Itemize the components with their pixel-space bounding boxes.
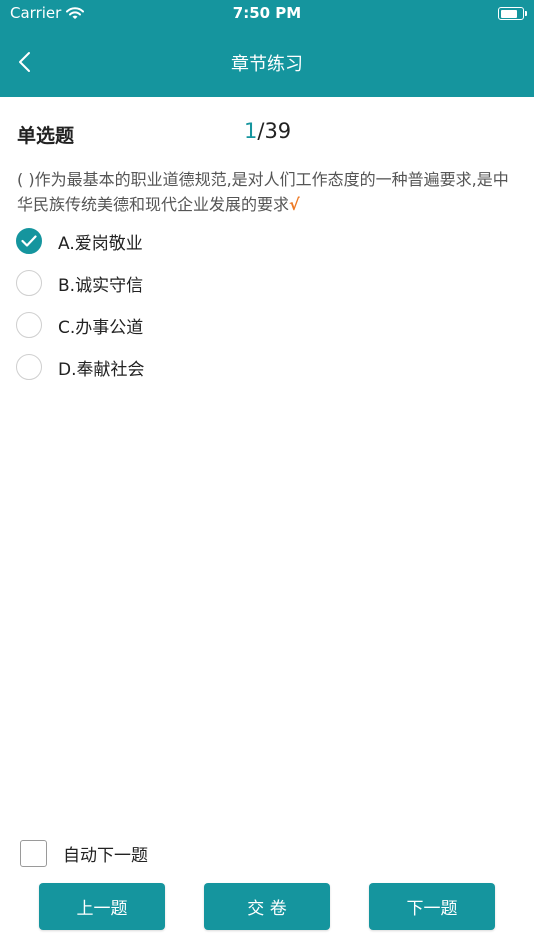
option-label: A.爱岗敬业 <box>58 233 143 254</box>
question-text: ( )作为最基本的职业道德规范,是对人们工作态度的一种普遍要求,是中华民族传统美… <box>17 167 522 217</box>
auto-next-label: 自动下一题 <box>63 846 148 866</box>
option-radio[interactable] <box>16 228 42 254</box>
option-radio[interactable] <box>16 270 42 296</box>
option-label: C.办事公道 <box>58 317 144 338</box>
battery-fill <box>500 9 517 18</box>
question-body: ( )作为最基本的职业道德规范,是对人们工作态度的一种普遍要求,是中华民族传统美… <box>17 170 509 214</box>
status-time: 7:50 PM <box>232 4 302 22</box>
answer-mark: √ <box>289 195 300 214</box>
battery-icon <box>498 7 527 20</box>
next-question-button[interactable]: 下一题 <box>369 883 495 930</box>
nav-bar: Carrier 7:50 PM 章节练习 <box>0 0 534 97</box>
question-type: 单选题 <box>17 125 75 147</box>
option-label: B.诚实守信 <box>58 275 144 296</box>
auto-next-checkbox[interactable] <box>20 840 47 867</box>
current-question: 1 <box>244 119 258 143</box>
total-questions: /39 <box>257 119 292 143</box>
check-icon <box>21 235 37 247</box>
option-d[interactable]: D.奉献社会 <box>16 351 316 383</box>
option-c[interactable]: C.办事公道 <box>16 309 316 341</box>
option-label: D.奉献社会 <box>58 359 145 380</box>
page-title: 章节练习 <box>231 54 303 75</box>
prev-question-button[interactable]: 上一题 <box>39 883 165 930</box>
status-bar: Carrier 7:50 PM <box>0 0 534 28</box>
option-radio[interactable] <box>16 354 42 380</box>
option-radio[interactable] <box>16 312 42 338</box>
submit-button[interactable]: 交 卷 <box>204 883 330 930</box>
option-b[interactable]: B.诚实守信 <box>16 267 316 299</box>
question-progress: 1/39 <box>244 119 291 143</box>
auto-next-toggle[interactable]: 自动下一题 <box>20 840 148 867</box>
option-a[interactable]: A.爱岗敬业 <box>16 225 316 257</box>
